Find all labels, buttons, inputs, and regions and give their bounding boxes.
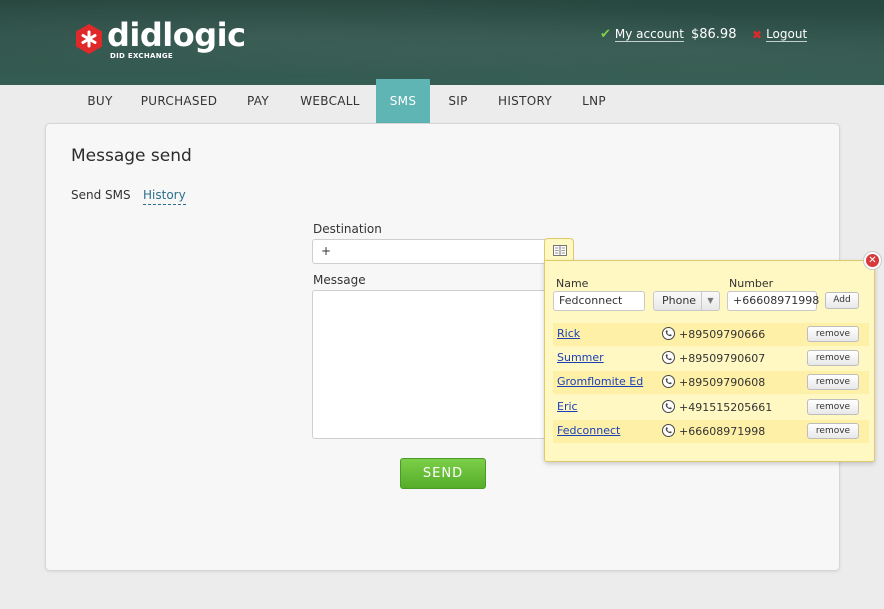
nav-item-history[interactable]: HISTORY — [492, 85, 558, 123]
contact-row: Gromflomite Ed +89509790608 remove — [553, 371, 869, 394]
logo-tagline: DID EXCHANGE — [110, 52, 173, 60]
page-title: Message send — [71, 146, 192, 166]
phone-icon — [662, 327, 675, 340]
logout-link[interactable]: Logout — [766, 27, 808, 42]
contact-name-link[interactable]: Summer — [557, 351, 604, 364]
contact-number: +66608971998 — [679, 425, 766, 438]
contact-row: Summer +89509790607 remove — [553, 347, 869, 370]
nav-item-sip[interactable]: SIP — [440, 85, 476, 123]
close-icon: ✕ — [866, 254, 879, 267]
contact-number-input[interactable]: +66608971998 — [727, 291, 819, 311]
close-icon: ✖ — [752, 27, 763, 42]
phone-icon — [662, 375, 675, 388]
nav-item-webcall[interactable]: WEBCALL — [294, 85, 366, 123]
contact-name-link[interactable]: Fedconnect — [557, 424, 620, 437]
phone-icon — [662, 400, 675, 413]
nav-item-pay[interactable]: PAY — [238, 85, 278, 123]
chevron-down-icon: ▼ — [701, 292, 719, 310]
contact-name-link[interactable]: Eric — [557, 400, 578, 413]
contact-number: +89509790607 — [679, 352, 766, 365]
contact-number: +89509790666 — [679, 328, 766, 341]
remove-contact-button[interactable]: remove — [807, 350, 859, 366]
my-account: ✔ My account $86.98 — [600, 27, 736, 42]
phone-icon — [662, 351, 675, 364]
contact-row: Rick +89509790666 remove — [553, 323, 869, 346]
contact-name-link[interactable]: Rick — [557, 327, 580, 340]
subtab-send-sms[interactable]: Send SMS — [71, 188, 131, 202]
logo-text: didlogic — [107, 16, 246, 54]
check-icon: ✔ — [600, 27, 611, 42]
main-nav: BUY PURCHASED PAY WEBCALL SMS SIP HISTOR… — [0, 79, 884, 123]
nav-item-purchased[interactable]: PURCHASED — [136, 85, 222, 123]
remove-contact-button[interactable]: remove — [807, 374, 859, 390]
address-book-toggle[interactable] — [544, 238, 574, 262]
subtab-history[interactable]: History — [143, 188, 186, 205]
contact-number: +491515205661 — [679, 401, 773, 414]
logo-mark-icon — [76, 24, 102, 54]
add-contact-button[interactable]: Add — [825, 292, 859, 309]
send-button[interactable]: SEND — [400, 458, 486, 489]
contact-row: Fedconnect +66608971998 remove — [553, 420, 869, 443]
close-popup-button[interactable]: ✕ — [863, 251, 882, 270]
contact-name-link[interactable]: Gromflomite Ed — [557, 375, 643, 388]
remove-contact-button[interactable]: remove — [807, 423, 859, 439]
nav-item-buy[interactable]: BUY — [78, 85, 122, 123]
phone-icon — [662, 424, 675, 437]
contact-number: +89509790608 — [679, 376, 766, 389]
remove-contact-button[interactable]: remove — [807, 326, 859, 342]
nav-item-sms[interactable]: SMS — [376, 79, 430, 123]
my-account-link[interactable]: My account — [614, 27, 684, 42]
remove-contact-button[interactable]: remove — [807, 399, 859, 415]
contact-name-label: Name — [556, 277, 589, 290]
header: didlogic DID EXCHANGE ✔ My account $86.9… — [0, 0, 884, 85]
address-book-icon — [553, 245, 567, 256]
nav-item-lnp[interactable]: LNP — [574, 85, 614, 123]
account-balance: $86.98 — [690, 27, 737, 42]
message-textarea[interactable] — [312, 290, 552, 439]
destination-label: Destination — [313, 222, 382, 236]
contact-type-select[interactable]: Phone ▼ — [653, 291, 720, 311]
contact-type-value: Phone — [662, 294, 697, 307]
message-label: Message — [313, 273, 366, 287]
logout: ✖ Logout — [752, 27, 808, 42]
contact-name-input[interactable]: Fedconnect — [553, 291, 645, 311]
contact-row: Eric +491515205661 remove — [553, 396, 869, 419]
destination-input[interactable]: + — [312, 239, 552, 264]
contact-number-label: Number — [729, 277, 774, 290]
